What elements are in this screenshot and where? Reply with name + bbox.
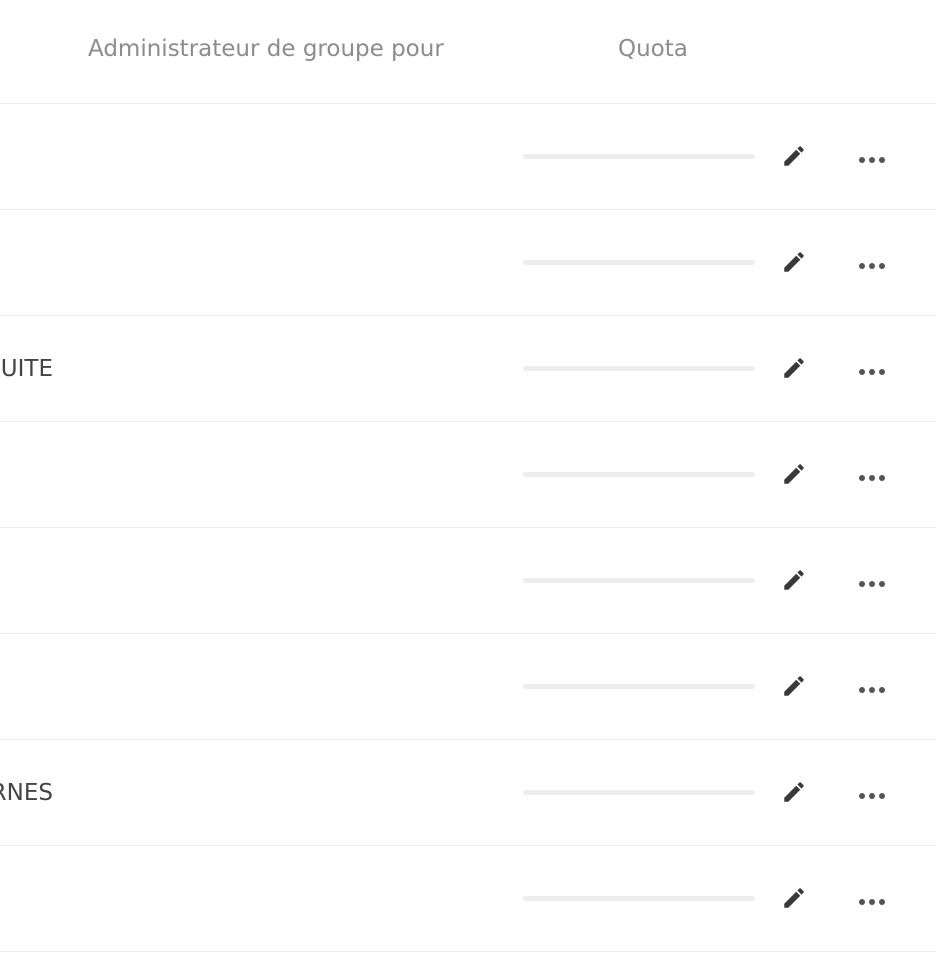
more-actions-button[interactable] bbox=[854, 672, 890, 704]
group-admin-cell: SUITE bbox=[0, 356, 53, 382]
more-actions-button[interactable] bbox=[854, 142, 890, 174]
more-actions-button[interactable] bbox=[854, 884, 890, 916]
group-admin-column-header: Administrateur de groupe pour bbox=[88, 36, 444, 62]
more-actions-button[interactable] bbox=[854, 460, 890, 492]
table-body: SUITE RNES bbox=[0, 104, 936, 952]
edit-button[interactable] bbox=[778, 884, 810, 916]
table-header: Administrateur de groupe pour Quota bbox=[0, 0, 936, 104]
table-row bbox=[0, 422, 936, 528]
table-row bbox=[0, 104, 936, 210]
quota-progress-bar bbox=[523, 154, 755, 159]
quota-progress-bar bbox=[523, 366, 755, 371]
more-horizontal-icon bbox=[858, 149, 886, 168]
more-horizontal-icon bbox=[858, 891, 886, 910]
more-horizontal-icon bbox=[858, 679, 886, 698]
more-horizontal-icon bbox=[858, 361, 886, 380]
pencil-icon bbox=[781, 249, 807, 279]
table-row bbox=[0, 846, 936, 952]
quota-progress-bar bbox=[523, 684, 755, 689]
table-row bbox=[0, 634, 936, 740]
table-row bbox=[0, 210, 936, 316]
edit-button[interactable] bbox=[778, 248, 810, 280]
edit-button[interactable] bbox=[778, 566, 810, 598]
quota-column-header: Quota bbox=[618, 36, 688, 62]
quota-progress-bar bbox=[523, 896, 755, 901]
pencil-icon bbox=[781, 567, 807, 597]
more-actions-button[interactable] bbox=[854, 354, 890, 386]
pencil-icon bbox=[781, 779, 807, 809]
more-horizontal-icon bbox=[858, 467, 886, 486]
more-actions-button[interactable] bbox=[854, 778, 890, 810]
table-row bbox=[0, 528, 936, 634]
pencil-icon bbox=[781, 143, 807, 173]
table-row: SUITE bbox=[0, 316, 936, 422]
more-actions-button[interactable] bbox=[854, 248, 890, 280]
more-horizontal-icon bbox=[858, 255, 886, 274]
edit-button[interactable] bbox=[778, 142, 810, 174]
quota-progress-bar bbox=[523, 472, 755, 477]
more-horizontal-icon bbox=[858, 785, 886, 804]
edit-button[interactable] bbox=[778, 778, 810, 810]
more-horizontal-icon bbox=[858, 573, 886, 592]
pencil-icon bbox=[781, 461, 807, 491]
edit-button[interactable] bbox=[778, 354, 810, 386]
pencil-icon bbox=[781, 355, 807, 385]
table-row: RNES bbox=[0, 740, 936, 846]
pencil-icon bbox=[781, 885, 807, 915]
edit-button[interactable] bbox=[778, 672, 810, 704]
group-admin-cell: RNES bbox=[0, 780, 53, 806]
more-actions-button[interactable] bbox=[854, 566, 890, 598]
quota-progress-bar bbox=[523, 578, 755, 583]
edit-button[interactable] bbox=[778, 460, 810, 492]
quota-progress-bar bbox=[523, 260, 755, 265]
quota-progress-bar bbox=[523, 790, 755, 795]
pencil-icon bbox=[781, 673, 807, 703]
user-list: Administrateur de groupe pour Quota SUIT… bbox=[0, 0, 936, 954]
